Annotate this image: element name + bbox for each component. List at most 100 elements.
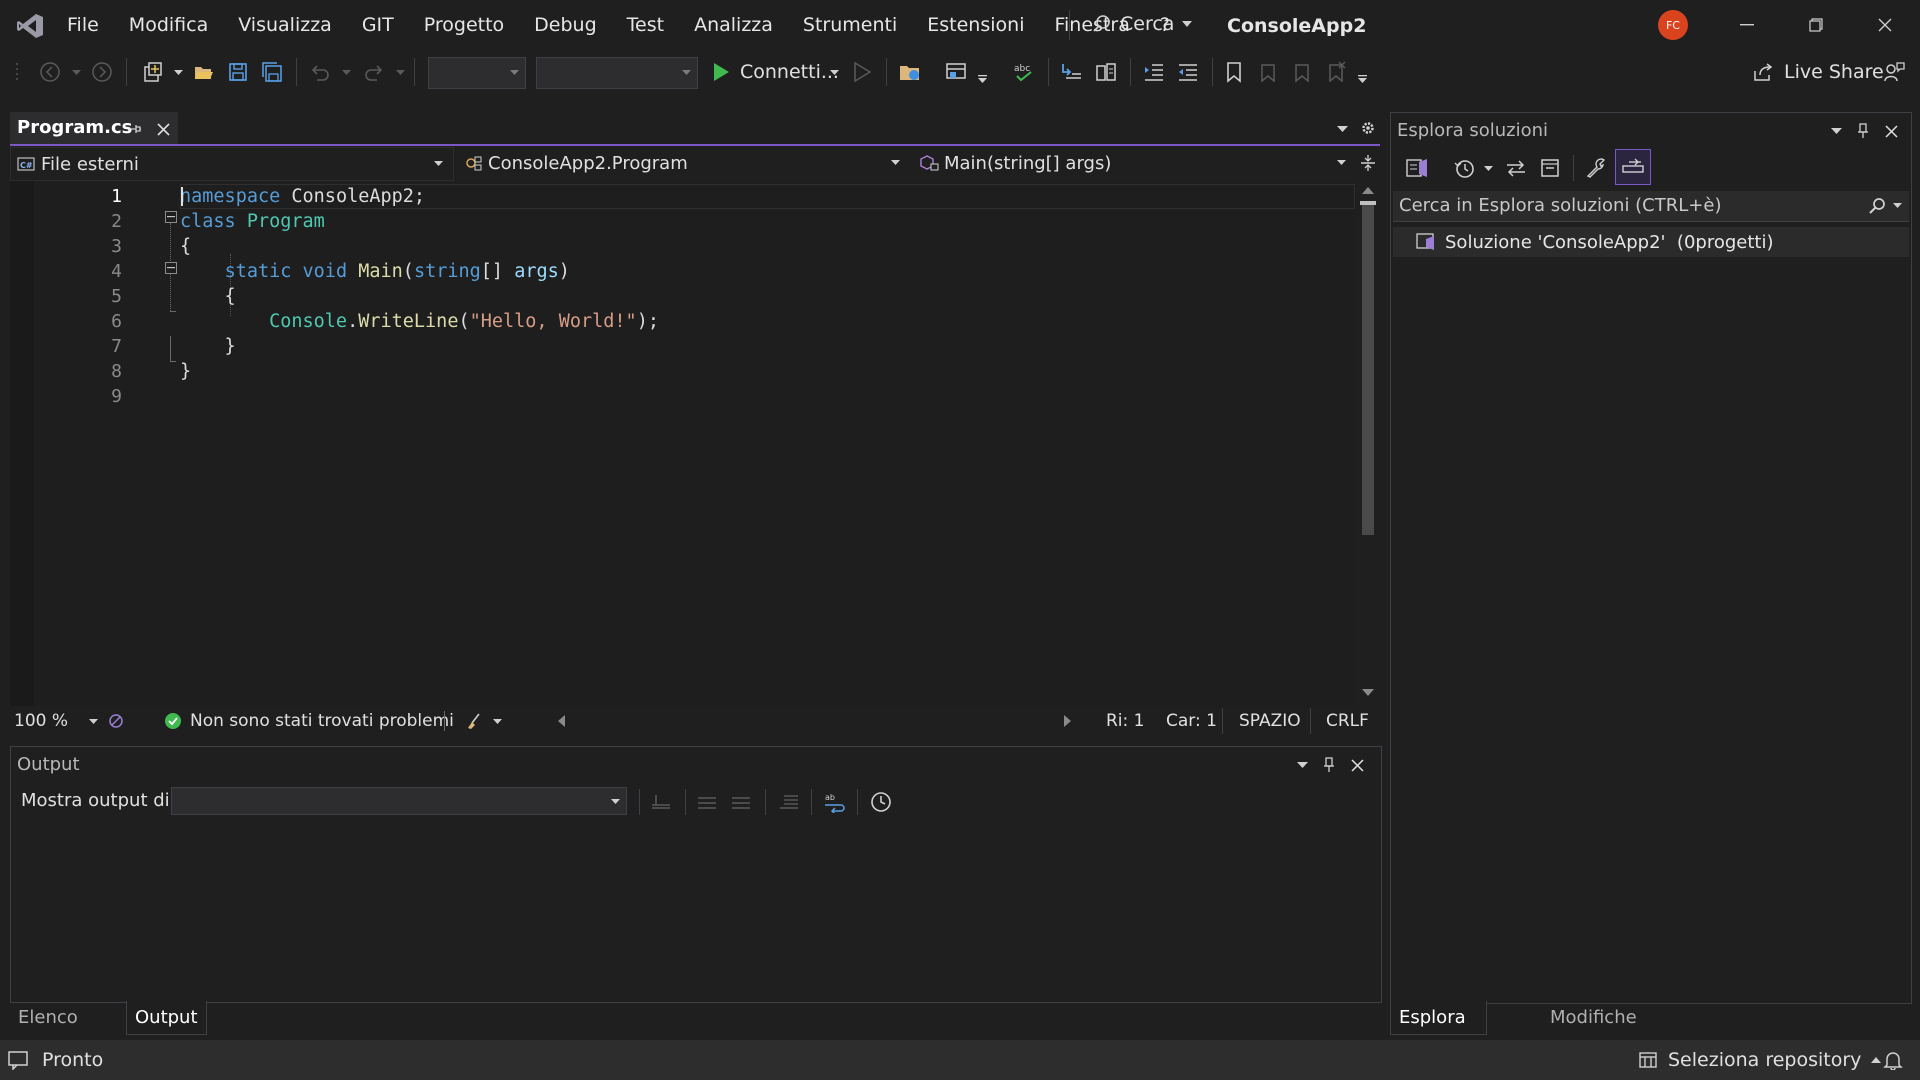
project-dropdown[interactable]: C# File esterni	[10, 147, 454, 181]
browser-link-button[interactable]	[894, 56, 926, 88]
switch-views-button[interactable]	[1401, 151, 1435, 185]
compare-button[interactable]	[1090, 56, 1122, 88]
sync-with-document-button[interactable]	[1501, 151, 1531, 185]
timestamp-toggle-button[interactable]	[867, 789, 895, 815]
type-dropdown[interactable]: ConsoleApp2.Program	[458, 147, 910, 179]
intellicode-button[interactable]	[106, 711, 126, 731]
save-all-button[interactable]	[256, 56, 288, 88]
pending-changes-filter-button[interactable]	[1449, 151, 1479, 185]
spell-check-button[interactable]: abc	[1008, 56, 1040, 88]
navigate-back-button[interactable]	[34, 56, 66, 88]
whitespace-indicator[interactable]: SPAZIO	[1239, 706, 1301, 736]
next-message-button[interactable]	[727, 789, 755, 815]
menu-test[interactable]: Test	[612, 0, 679, 50]
output-options-dropdown[interactable]	[1293, 756, 1311, 774]
menu-visualizza[interactable]: Visualizza	[223, 0, 347, 50]
tab-esplora-soluzioni[interactable]: Esplora soluzioni	[1390, 1001, 1487, 1062]
undo-button[interactable]	[304, 56, 336, 88]
configuration-dropdown[interactable]	[428, 57, 526, 89]
select-repository-button[interactable]: Seleziona repository	[1638, 1040, 1882, 1080]
code-editor[interactable]: 1 2 3 4 5 6 7 8 9 namespace ConsoleApp2;…	[10, 181, 1380, 706]
solution-options-dropdown[interactable]	[1827, 122, 1845, 140]
collapse-method-toggle[interactable]	[165, 262, 177, 274]
open-file-button[interactable]	[188, 56, 220, 88]
tab-elenco-errori[interactable]: Elenco errori	[10, 1001, 86, 1062]
toggle-bookmark-button[interactable]	[1218, 56, 1250, 88]
menu-analizza[interactable]: Analizza	[679, 0, 788, 50]
properties-button[interactable]	[1581, 151, 1611, 185]
navigate-forward-button[interactable]	[86, 56, 118, 88]
solution-close-button[interactable]	[1881, 121, 1901, 141]
clear-bookmarks-button[interactable]	[1320, 56, 1352, 88]
restore-button[interactable]	[1793, 8, 1839, 42]
tree-item-solution[interactable]: Soluzione 'ConsoleApp2' (0progetti)	[1393, 227, 1909, 257]
line-ending-indicator[interactable]: CRLF	[1326, 706, 1369, 736]
menu-file[interactable]: File	[52, 0, 114, 50]
output-window-icon[interactable]	[6, 1049, 30, 1071]
tab-list-dropdown[interactable]	[1334, 120, 1350, 138]
redo-dropdown[interactable]	[394, 62, 406, 82]
layout-button[interactable]	[940, 56, 972, 88]
tab-output[interactable]: Output	[126, 1001, 207, 1035]
collapse-all-button[interactable]	[1535, 151, 1565, 185]
platform-dropdown[interactable]	[536, 57, 698, 89]
save-button[interactable]	[222, 56, 254, 88]
collapse-class-toggle[interactable]	[165, 211, 177, 223]
previous-bookmark-button[interactable]	[1252, 56, 1284, 88]
tab-modifiche-git[interactable]: Modifiche GIT	[1542, 1001, 1645, 1062]
run-dropdown[interactable]	[828, 62, 840, 82]
scrollbar-thumb[interactable]	[1362, 205, 1374, 535]
toolbar-overflow[interactable]	[1356, 72, 1368, 86]
outdent-button[interactable]	[1172, 56, 1204, 88]
vertical-scrollbar[interactable]	[1356, 181, 1380, 706]
find-message-button[interactable]	[647, 789, 675, 815]
new-dropdown[interactable]	[172, 62, 184, 82]
line-indicator[interactable]: Ri: 1	[1106, 706, 1144, 736]
feedback-button[interactable]	[1878, 56, 1910, 88]
solution-search-box[interactable]: Cerca in Esplora soluzioni (CTRL+è)	[1393, 191, 1909, 222]
clear-all-button[interactable]	[775, 789, 803, 815]
next-bookmark-button[interactable]	[1286, 56, 1318, 88]
indent-button[interactable]	[1138, 56, 1170, 88]
menu-git[interactable]: GIT	[347, 0, 409, 50]
redo-button[interactable]	[358, 56, 390, 88]
start-debugging-button[interactable]: Connetti...	[712, 56, 839, 88]
undo-dropdown[interactable]	[340, 62, 352, 82]
close-window-button[interactable]	[1862, 8, 1908, 42]
close-tab-icon[interactable]	[154, 120, 172, 138]
menu-progetto[interactable]: Progetto	[409, 0, 519, 50]
horizontal-scrollbar[interactable]	[546, 706, 1086, 736]
previous-message-button[interactable]	[693, 789, 721, 815]
solution-pin-button[interactable]	[1853, 121, 1873, 141]
code-cleanup-button[interactable]	[465, 706, 502, 736]
problems-indicator[interactable]: Non sono stati trovati problemi	[164, 706, 454, 736]
split-window-button[interactable]	[1358, 153, 1378, 173]
settings-gear-button[interactable]	[1358, 118, 1378, 138]
menu-estensioni[interactable]: Estensioni	[912, 0, 1039, 50]
avatar[interactable]: FC	[1658, 10, 1688, 40]
word-wrap-button[interactable]: ab	[821, 789, 849, 815]
live-share-button[interactable]: Live Share	[1752, 56, 1884, 88]
menu-strumenti[interactable]: Strumenti	[788, 0, 912, 50]
menu-modifica[interactable]: Modifica	[114, 0, 223, 50]
member-dropdown[interactable]: Main(string[] args)	[916, 147, 1356, 179]
output-close-button[interactable]	[1347, 755, 1367, 775]
filter-dropdown[interactable]	[1481, 159, 1495, 177]
menu-debug[interactable]: Debug	[519, 0, 611, 50]
zoom-dropdown[interactable]: 100 %	[10, 706, 98, 736]
step-into-button[interactable]	[1056, 56, 1088, 88]
column-indicator[interactable]: Car: 1	[1166, 706, 1217, 736]
new-project-button[interactable]	[136, 56, 168, 88]
layout-dropdown[interactable]	[976, 72, 988, 86]
output-pin-button[interactable]	[1319, 755, 1339, 775]
output-source-dropdown[interactable]	[171, 787, 627, 815]
preview-selected-items-button[interactable]	[1615, 149, 1651, 185]
search-button[interactable]: Cerca	[1092, 8, 1193, 40]
back-dropdown[interactable]	[70, 62, 82, 82]
notifications-button[interactable]	[1880, 1049, 1906, 1071]
minimize-button[interactable]	[1724, 8, 1770, 42]
pin-icon[interactable]	[126, 120, 144, 138]
start-without-debugging-button[interactable]	[846, 56, 878, 88]
tab-program-cs[interactable]: Program.cs	[10, 112, 178, 144]
toolbar-grip[interactable]	[14, 62, 20, 82]
